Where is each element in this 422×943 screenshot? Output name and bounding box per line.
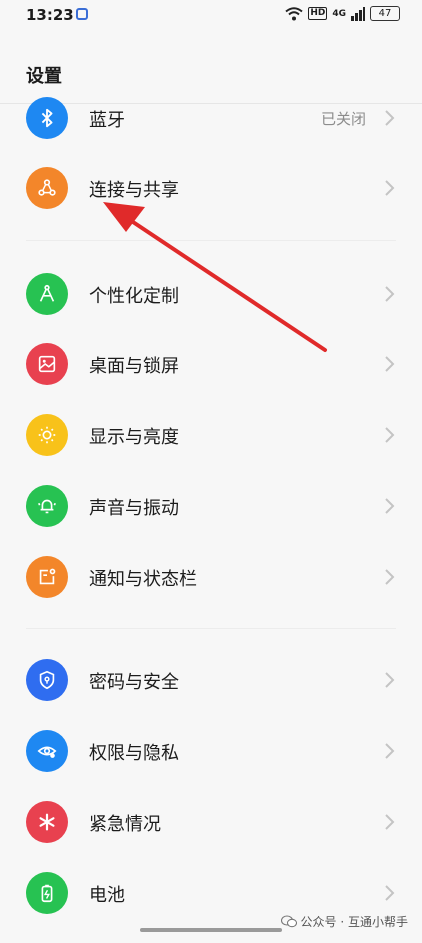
settings-item-label: 蓝牙 (89, 110, 125, 131)
battery-indicator: 47 (370, 6, 400, 21)
wifi-icon (285, 6, 303, 20)
chevron-right-icon (385, 885, 395, 901)
share-network-icon (26, 167, 68, 209)
bell-icon (26, 485, 68, 527)
settings-item-wallpaper[interactable]: 桌面与锁屏 (0, 332, 422, 396)
settings-item-display[interactable]: 显示与亮度 (0, 403, 422, 467)
settings-item-emergency[interactable]: 紧急情况 (0, 790, 422, 854)
settings-item-label: 权限与隐私 (89, 743, 179, 764)
app-notification-icon (76, 8, 88, 20)
bluetooth-icon (26, 97, 68, 139)
settings-item-label: 通知与状态栏 (89, 569, 197, 590)
settings-item-label: 密码与安全 (89, 672, 179, 693)
group-divider (26, 628, 396, 629)
settings-item-label: 连接与共享 (89, 180, 179, 201)
settings-item-label: 桌面与锁屏 (89, 356, 179, 377)
settings-item-label: 声音与振动 (89, 498, 179, 519)
chevron-right-icon (385, 286, 395, 302)
settings-item-bluetooth[interactable]: 蓝牙 已关闭 (0, 86, 422, 150)
signal-icon (351, 6, 365, 21)
chevron-right-icon (385, 180, 395, 196)
asterisk-icon (26, 801, 68, 843)
chevron-right-icon (385, 498, 395, 514)
page-title: 设置 (26, 66, 62, 87)
chevron-right-icon (385, 672, 395, 688)
chevron-right-icon (385, 569, 395, 585)
settings-item-label: 显示与亮度 (89, 427, 179, 448)
sun-icon (26, 414, 68, 456)
chevron-right-icon (385, 110, 395, 126)
compass-icon (26, 273, 68, 315)
status-bar: 13:23 HD 4G 47 (0, 0, 422, 30)
watermark-text: 公众号 · 互通小帮手 (300, 915, 408, 929)
settings-item-privacy[interactable]: 权限与隐私 (0, 719, 422, 783)
settings-item-sound[interactable]: 声音与振动 (0, 474, 422, 538)
chevron-right-icon (385, 814, 395, 830)
eye-icon (26, 730, 68, 772)
notification-icon (26, 556, 68, 598)
network-type: 4G (332, 8, 346, 19)
settings-item-personalize[interactable]: 个性化定制 (0, 262, 422, 326)
settings-item-notify[interactable]: 通知与状态栏 (0, 545, 422, 609)
home-indicator[interactable] (140, 928, 282, 932)
settings-item-label: 紧急情况 (89, 814, 161, 835)
settings-item-label: 个性化定制 (89, 286, 179, 307)
hd-badge: HD (308, 7, 328, 20)
watermark: 公众号 · 互通小帮手 (280, 913, 408, 930)
picture-icon (26, 343, 68, 385)
chevron-right-icon (385, 427, 395, 443)
chevron-right-icon (385, 356, 395, 372)
settings-item-security[interactable]: 密码与安全 (0, 648, 422, 712)
status-time: 13:23 (26, 6, 74, 24)
settings-item-connection[interactable]: 连接与共享 (0, 156, 422, 220)
chevron-right-icon (385, 743, 395, 759)
status-icons: HD 4G 47 (285, 6, 400, 21)
group-divider (26, 240, 396, 241)
wechat-icon (280, 915, 297, 928)
battery-icon (26, 872, 68, 914)
shield-icon (26, 659, 68, 701)
settings-item-label: 电池 (89, 885, 125, 906)
bluetooth-status: 已关闭 (320, 110, 366, 128)
